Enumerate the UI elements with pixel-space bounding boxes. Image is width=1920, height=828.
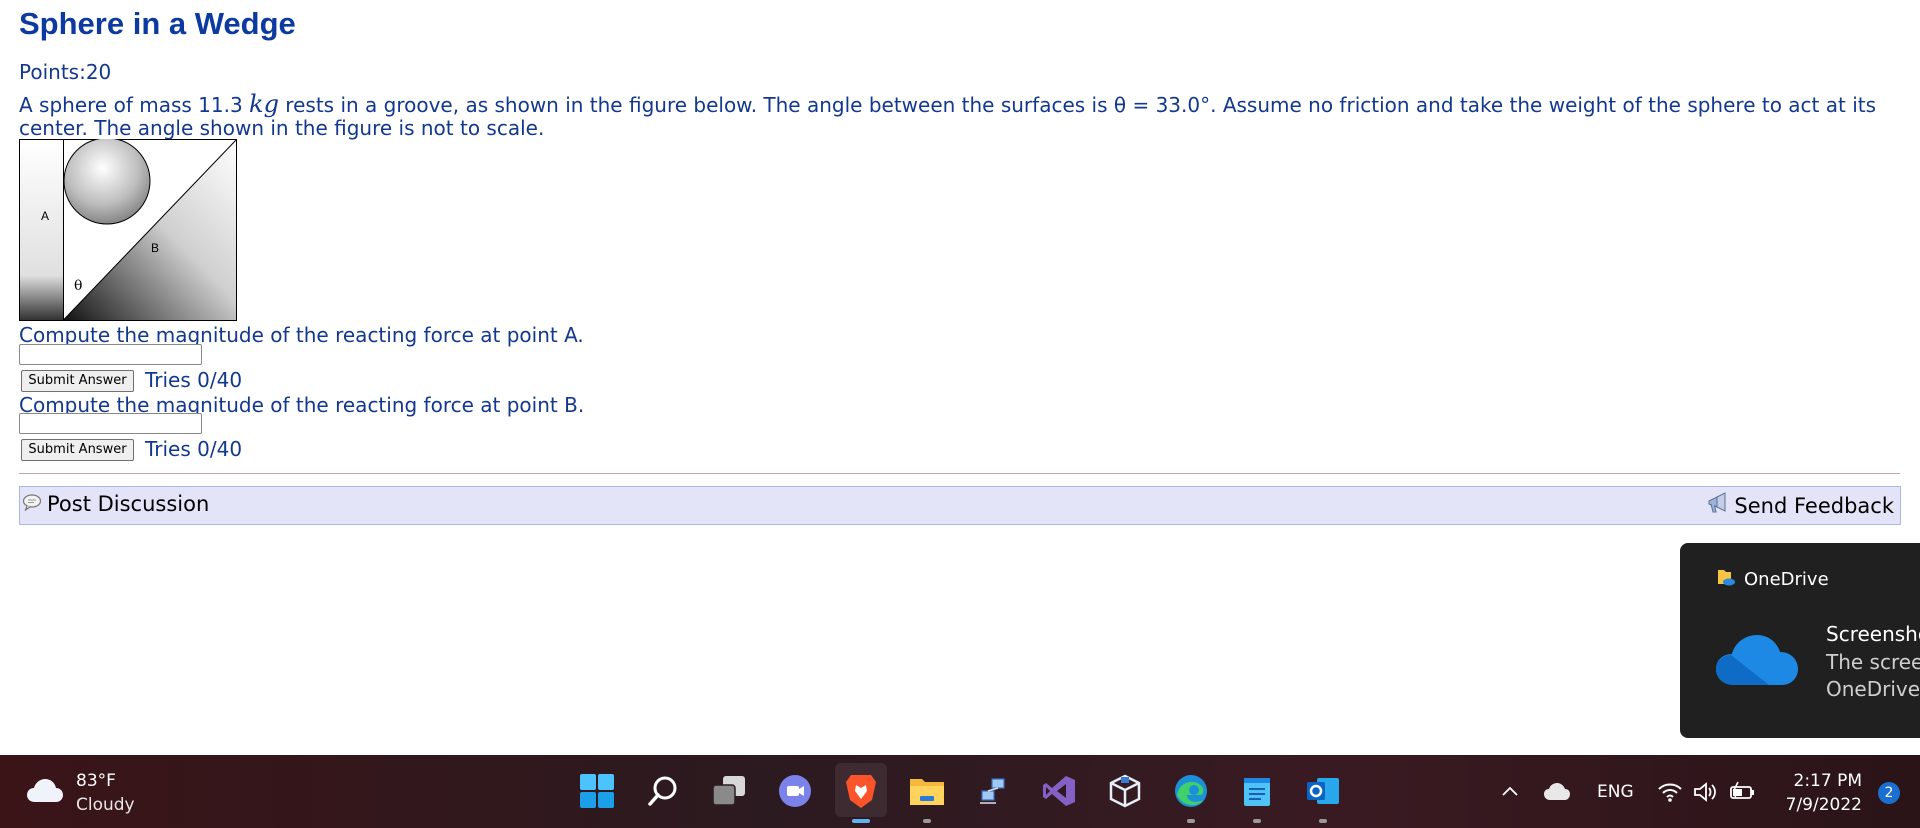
- network-app-icon[interactable]: [973, 771, 1013, 811]
- battery-charging-icon[interactable]: [1728, 755, 1758, 828]
- problem-title: Sphere in a Wedge: [19, 6, 296, 41]
- clock-time: 2:17 PM: [1793, 771, 1863, 791]
- sphere: [63, 137, 151, 225]
- figure-label-b: B: [151, 241, 159, 255]
- wifi-icon[interactable]: [1657, 755, 1683, 828]
- wall-a: [19, 139, 64, 321]
- toast-title: Screensho: [1826, 622, 1920, 646]
- system-clock[interactable]: 2:17 PM 7/9/2022: [1786, 769, 1862, 817]
- brave-browser-icon[interactable]: [835, 763, 887, 823]
- clock-date: 7/9/2022: [1785, 795, 1862, 815]
- notification-badge[interactable]: 2: [1878, 782, 1900, 804]
- toast-app-name: OneDrive: [1744, 569, 1829, 590]
- sphere-wedge-figure: A B θ: [19, 137, 237, 321]
- weather-widget[interactable]: 83°F Cloudy: [26, 769, 135, 817]
- tries-a-label: Tries 0/40: [145, 368, 243, 392]
- chat-icon[interactable]: [775, 771, 815, 811]
- task-view-icon[interactable]: [709, 771, 749, 811]
- section-divider: [19, 473, 1900, 474]
- submit-answer-b-button[interactable]: Submit Answer: [21, 439, 134, 461]
- language-indicator[interactable]: ENG: [1597, 755, 1634, 828]
- edge-browser-icon[interactable]: [1171, 771, 1211, 823]
- onedrive-toast[interactable]: OneDrive Screensho The screen OneDrive.: [1680, 543, 1920, 738]
- active-app-indicator: [852, 819, 870, 823]
- figure-label-theta: θ: [74, 278, 82, 294]
- onedrive-cloud-icon: [1714, 631, 1800, 691]
- running-indicator: [1319, 819, 1327, 823]
- answer-b-input[interactable]: [19, 413, 202, 434]
- figure-label-a: A: [41, 209, 49, 223]
- toast-body-line-1: The screen: [1826, 650, 1920, 674]
- mass-unit: kg: [249, 90, 279, 118]
- virtualbox-icon[interactable]: [1105, 771, 1145, 811]
- notepad-icon[interactable]: [1237, 771, 1277, 823]
- tray-overflow-chevron-icon[interactable]: [1498, 755, 1522, 828]
- visual-studio-icon[interactable]: [1039, 771, 1079, 811]
- onedrive-folder-icon: [1716, 567, 1736, 592]
- running-indicator: [923, 819, 931, 823]
- start-icon[interactable]: [577, 771, 617, 811]
- discussion-bar: Post Discussion Send Feedback: [19, 486, 1901, 525]
- post-discussion-label: Post Discussion: [47, 492, 210, 516]
- taskbar: 83°F Cloudy ENG 2:17 PM 7/9/2022 2: [0, 755, 1920, 828]
- weather-temp: 83°F: [76, 771, 116, 791]
- feedback-megaphone-icon: [1706, 492, 1730, 519]
- running-indicator: [1187, 819, 1195, 823]
- toast-body-line-2: OneDrive.: [1826, 677, 1920, 701]
- cloud-weather-icon: [26, 778, 64, 808]
- outlook-icon[interactable]: [1303, 771, 1343, 823]
- post-discussion-link[interactable]: Post Discussion: [22, 492, 209, 516]
- submit-answer-a-button[interactable]: Submit Answer: [21, 370, 134, 392]
- statement-part-1: A sphere of mass 11.3: [19, 93, 250, 117]
- send-feedback-link[interactable]: Send Feedback: [1706, 492, 1894, 519]
- problem-statement: A sphere of mass 11.3 kg rests in a groo…: [19, 90, 1904, 140]
- statement-part-2: rests in a groove, as shown in the figur…: [19, 93, 1877, 140]
- weather-condition: Cloudy: [76, 795, 135, 815]
- points-label: Points:20: [19, 60, 112, 84]
- tries-b-label: Tries 0/40: [145, 437, 243, 461]
- volume-icon[interactable]: [1693, 755, 1719, 828]
- toast-header: OneDrive: [1716, 567, 1829, 592]
- file-explorer-icon[interactable]: [907, 771, 947, 823]
- answer-a-input[interactable]: [19, 344, 202, 365]
- onedrive-tray-icon[interactable]: [1543, 755, 1571, 828]
- discussion-bubble-icon: [22, 492, 42, 516]
- search-icon[interactable]: [643, 771, 683, 811]
- running-indicator: [1253, 819, 1261, 823]
- send-feedback-label: Send Feedback: [1734, 493, 1894, 518]
- problem-page: Sphere in a Wedge Points:20 A sphere of …: [0, 0, 1920, 755]
